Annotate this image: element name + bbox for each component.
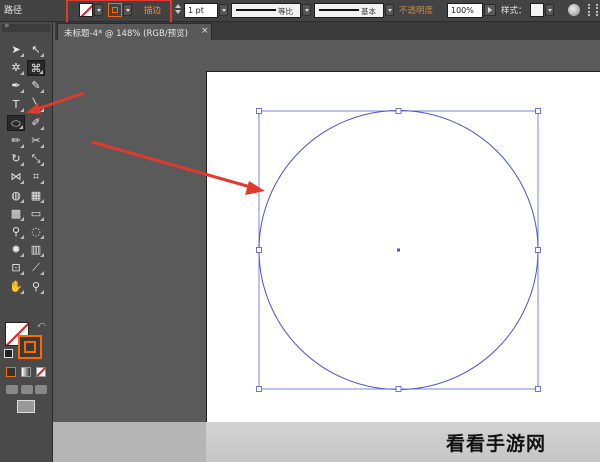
handle-top-right[interactable] — [535, 108, 541, 114]
annotation-arrow-to-ellipse-tool — [26, 91, 85, 114]
center-point — [397, 248, 400, 252]
handle-top-middle[interactable] — [395, 108, 402, 114]
handle-middle-left[interactable] — [256, 247, 262, 253]
handle-middle-right[interactable] — [535, 247, 541, 253]
canvas-overlay — [26, 91, 541, 392]
handle-top-left[interactable] — [256, 108, 262, 114]
handle-bottom-middle[interactable] — [395, 386, 402, 392]
watermark-logo: 看看手游网 — [446, 433, 547, 455]
annotation-arrow-to-circle — [91, 140, 265, 195]
handle-bottom-right[interactable] — [535, 386, 541, 392]
handle-bottom-left[interactable] — [256, 386, 262, 392]
